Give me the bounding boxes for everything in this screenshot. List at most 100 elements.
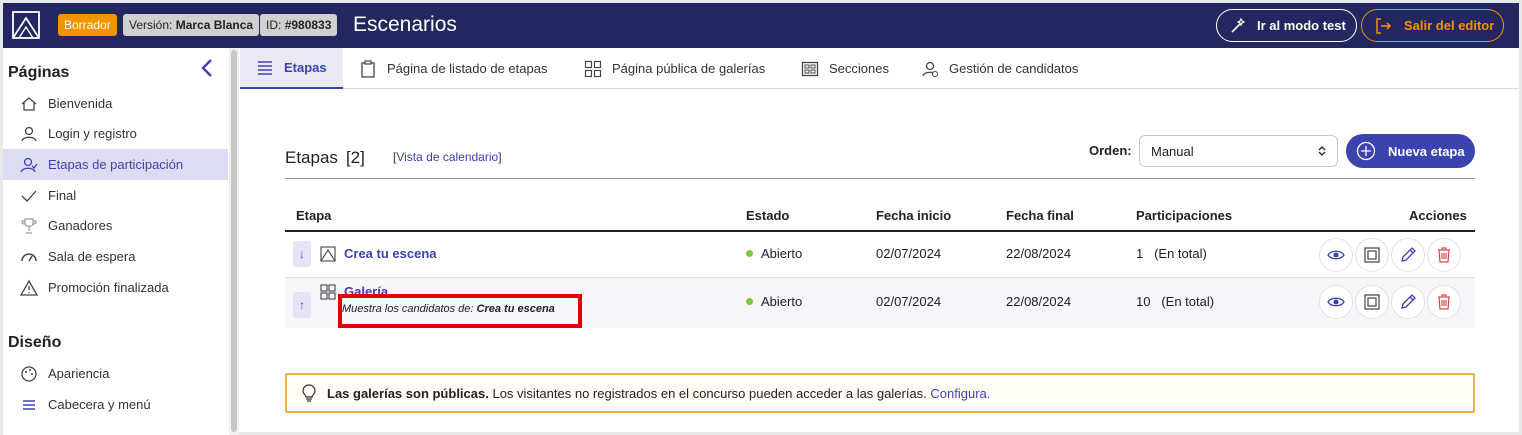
tab-label: Etapas: [284, 60, 327, 75]
view-button[interactable]: [1319, 285, 1353, 319]
trash-icon: [1438, 294, 1450, 310]
bracket-close: ]: [498, 150, 502, 164]
sidebar-item-final[interactable]: Final: [3, 180, 228, 211]
stage-start-date: 02/07/2024: [876, 246, 942, 261]
stages-title-text: Etapas: [285, 148, 338, 167]
tab-label: Página pública de galerías: [612, 61, 766, 76]
users-icon: [20, 157, 38, 172]
column-header-estado: Estado: [746, 208, 790, 223]
sidebar-item-bienvenida[interactable]: Bienvenida: [3, 88, 228, 119]
stage-status: Abierto: [746, 246, 802, 261]
column-header-etapa: Etapa: [296, 208, 332, 223]
list-icon: [258, 60, 272, 75]
calendar-view-link[interactable]: Vista de calendario: [396, 150, 498, 164]
warning-icon: [20, 279, 38, 296]
configure-link[interactable]: Configura.: [930, 386, 990, 401]
copy-icon: [1364, 247, 1380, 263]
exit-icon: [1376, 17, 1392, 34]
trash-icon: [1438, 247, 1450, 263]
version-badge: Versión: Marca Blanca: [123, 14, 260, 36]
stage-start-date: 02/07/2024: [876, 294, 942, 309]
tab-label: Página de listado de etapas: [387, 61, 548, 76]
stage-participations: 10 (En total): [1136, 294, 1214, 309]
design-heading: Diseño: [8, 334, 62, 351]
sidebar-item-label: Etapas de participación: [48, 157, 184, 172]
wand-icon: [1231, 17, 1246, 33]
scrollbar-thumb[interactable]: [231, 50, 237, 432]
sidebar-item-apariencia[interactable]: Apariencia: [3, 358, 228, 389]
stage-status-text: Abierto: [761, 294, 803, 309]
duplicate-button[interactable]: [1355, 238, 1389, 272]
copy-icon: [1364, 294, 1380, 310]
participations-suffix: (En total): [1154, 246, 1207, 261]
exit-editor-button[interactable]: Salir del editor: [1361, 9, 1504, 42]
gauge-icon: [21, 252, 37, 261]
chevron-left-icon[interactable]: [200, 58, 214, 78]
tab-galerias[interactable]: Página pública de galerías: [584, 48, 765, 89]
tab-candidatos[interactable]: Gestión de candidatos: [921, 48, 1078, 89]
sidebar-item-cabecera[interactable]: Cabecera y menú: [3, 389, 228, 420]
stage-participations: 1 (En total): [1136, 246, 1207, 261]
sidebar-item-promocion-finalizada[interactable]: Promoción finalizada: [3, 272, 228, 303]
stage-name-link[interactable]: Crea tu escena: [344, 246, 437, 261]
user-icon: [21, 126, 37, 141]
id-label: ID:: [266, 18, 282, 32]
tab-label: Secciones: [829, 61, 889, 76]
participations-count: 10: [1136, 294, 1151, 309]
gallery-grid-icon: [320, 284, 336, 300]
table-row: ↓ Crea tu escena Abierto 02/07/2024 22/0…: [285, 232, 1475, 278]
participations-count: 1: [1136, 246, 1144, 261]
tab-etapas[interactable]: Etapas: [240, 48, 343, 89]
sidebar-item-label: Final: [48, 188, 77, 203]
exit-editor-label: Salir del editor: [1404, 18, 1495, 33]
column-header-participaciones: Participaciones: [1136, 208, 1233, 223]
sidebar-item-label: Apariencia: [48, 366, 110, 381]
delete-button[interactable]: [1427, 238, 1461, 272]
move-down-button[interactable]: ↓: [293, 241, 311, 267]
column-header-fecha-final: Fecha final: [1006, 208, 1074, 223]
sidebar-item-sala-espera[interactable]: Sala de espera: [3, 241, 228, 272]
sidebar-item-label: Ganadores: [48, 218, 113, 233]
row-actions: [1319, 238, 1461, 272]
id-value: #980833: [284, 18, 332, 32]
sidebar-item-ganadores[interactable]: Ganadores: [3, 210, 228, 241]
public-gallery-notice: Las galerías son públicas. Los visitante…: [285, 373, 1475, 413]
edit-button[interactable]: [1391, 285, 1425, 319]
test-mode-button[interactable]: Ir al modo test: [1216, 9, 1357, 42]
order-select[interactable]: Manual: [1139, 135, 1338, 167]
tab-label: Gestión de candidatos: [949, 61, 1079, 76]
stage-logo-icon: [320, 246, 336, 262]
version-value: Marca Blanca: [175, 18, 254, 32]
sidebar-item-label: Cabecera y menú: [48, 397, 151, 412]
app-logo-icon[interactable]: [11, 10, 41, 40]
trophy-icon: [21, 217, 37, 234]
tab-listado-etapas[interactable]: Página de listado de etapas: [359, 48, 547, 89]
view-button[interactable]: [1319, 238, 1353, 272]
palette-icon: [21, 365, 37, 382]
id-badge: ID: #980833: [260, 14, 338, 36]
sidebar-scrollbar[interactable]: [229, 48, 239, 435]
stages-title: Etapas [2]: [285, 148, 365, 168]
column-header-acciones: Acciones: [1409, 208, 1467, 223]
page-title: Escenarios: [353, 13, 457, 36]
row-actions: [1319, 285, 1461, 319]
sidebar-item-label: Promoción finalizada: [48, 280, 169, 295]
menu-icon: [23, 399, 35, 410]
eye-icon: [1327, 297, 1345, 307]
notice-body: Los visitantes no registrados en el conc…: [492, 385, 927, 401]
lightbulb-icon: [302, 384, 316, 402]
sidebar-item-login[interactable]: Login y registro: [3, 118, 228, 149]
calendar-view-link-wrapper: [Vista de calendario]: [393, 150, 502, 164]
sidebar-item-etapas[interactable]: Etapas de participación: [3, 149, 228, 180]
stages-count: [2]: [345, 148, 365, 167]
top-bar: Borrador Versión: Marca Blanca ID: #9808…: [0, 0, 1522, 48]
delete-button[interactable]: [1427, 285, 1461, 319]
new-stage-button[interactable]: Nueva etapa: [1346, 134, 1475, 168]
duplicate-button[interactable]: [1355, 285, 1389, 319]
edit-button[interactable]: [1391, 238, 1425, 272]
order-label: Orden:: [1089, 143, 1132, 158]
stage-end-date: 22/08/2024: [1006, 294, 1072, 309]
grid-icon: [584, 60, 602, 77]
move-up-button[interactable]: ↑: [293, 292, 311, 318]
tab-secciones[interactable]: Secciones: [801, 48, 889, 89]
